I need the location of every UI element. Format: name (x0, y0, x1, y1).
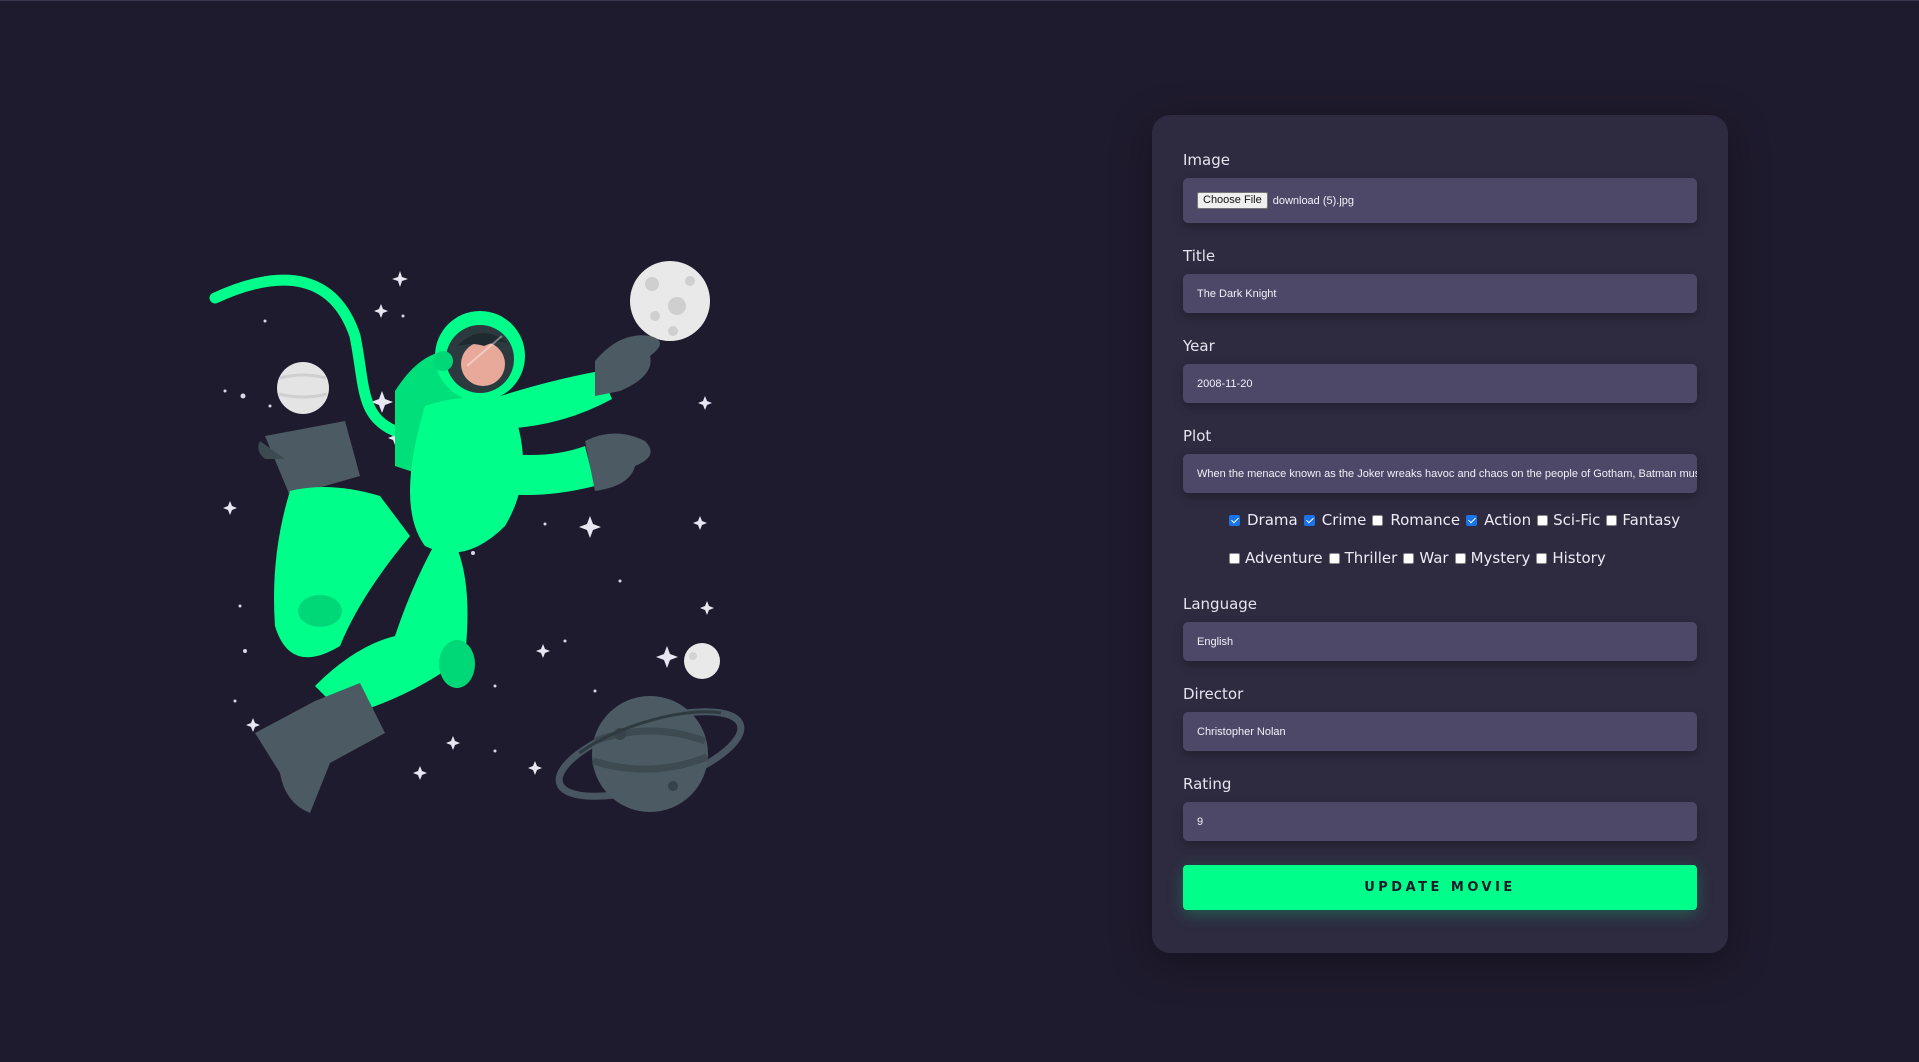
genre-sci-fic[interactable]: Sci-Fic (1537, 511, 1600, 529)
movie-edit-form: Image Choose File download (5).jpg Title… (1152, 115, 1728, 953)
astronaut-in-space-icon (209, 261, 745, 813)
genre-adventure[interactable]: Adventure (1229, 549, 1323, 567)
director-label: Director (1183, 685, 1244, 703)
choose-file-button[interactable]: Choose File (1197, 192, 1268, 209)
genre-label: Romance (1390, 511, 1461, 529)
genre-crime[interactable]: Crime (1303, 511, 1367, 529)
genre-label: Crime (1321, 511, 1367, 529)
genre-checkbox[interactable] (1454, 552, 1466, 564)
page: Image Choose File download (5).jpg Title… (0, 0, 1919, 1062)
update-movie-button[interactable]: UPDATE MOVIE (1183, 865, 1697, 910)
genre-label: History (1552, 549, 1606, 567)
genre-row-2: Adventure Thriller War Mystery History (1229, 547, 1697, 569)
selected-file-name: download (5).jpg (1272, 194, 1355, 207)
genre-history[interactable]: History (1536, 549, 1606, 567)
genre-checkbox[interactable] (1536, 552, 1548, 564)
plot-input[interactable]: When the menace known as the Joker wreak… (1183, 454, 1697, 493)
genre-label: Action (1484, 511, 1532, 529)
genre-checkboxes: Drama Crime Romance Action Sci-Fic Fanta… (1183, 509, 1697, 569)
genre-fantasy[interactable]: Fantasy (1606, 511, 1680, 529)
genre-checkbox[interactable] (1403, 552, 1415, 564)
genre-action[interactable]: Action (1466, 511, 1531, 529)
rating-input[interactable]: 9 (1183, 802, 1697, 841)
genre-drama[interactable]: Drama (1229, 511, 1298, 529)
genre-label: Mystery (1470, 549, 1531, 567)
rating-label: Rating (1183, 775, 1232, 793)
genre-checkbox[interactable] (1372, 514, 1384, 526)
language-label: Language (1183, 595, 1258, 613)
language-input[interactable]: English (1183, 622, 1697, 661)
genre-label: Sci-Fic (1553, 511, 1601, 529)
genre-romance[interactable]: Romance (1372, 511, 1460, 529)
plot-label: Plot (1183, 427, 1212, 445)
genre-label: Thriller (1344, 549, 1398, 567)
genre-thriller[interactable]: Thriller (1328, 549, 1398, 567)
genre-mystery[interactable]: Mystery (1454, 549, 1531, 567)
genre-checkbox[interactable] (1328, 552, 1340, 564)
genre-checkbox[interactable] (1606, 514, 1618, 526)
genre-row-1: Drama Crime Romance Action Sci-Fic Fanta… (1229, 509, 1697, 531)
genre-checkbox[interactable] (1466, 514, 1478, 526)
genre-checkbox[interactable] (1229, 552, 1240, 564)
genre-label: Drama (1247, 511, 1298, 529)
title-input[interactable]: The Dark Knight (1183, 274, 1697, 313)
year-input[interactable]: 2008-11-20 (1183, 364, 1697, 403)
astronaut-illustration (195, 246, 775, 826)
genre-checkbox[interactable] (1303, 514, 1315, 526)
genre-checkbox[interactable] (1537, 514, 1549, 526)
genre-label: Fantasy (1622, 511, 1681, 529)
image-file-input[interactable]: Choose File download (5).jpg (1183, 178, 1697, 223)
director-input[interactable]: Christopher Nolan (1183, 712, 1697, 751)
title-label: Title (1183, 247, 1216, 265)
genre-war[interactable]: War (1403, 549, 1449, 567)
year-label: Year (1183, 337, 1215, 355)
image-label: Image (1183, 151, 1230, 169)
genre-checkbox[interactable] (1229, 514, 1240, 526)
genre-label: War (1419, 549, 1449, 567)
genre-label: Adventure (1245, 549, 1323, 567)
